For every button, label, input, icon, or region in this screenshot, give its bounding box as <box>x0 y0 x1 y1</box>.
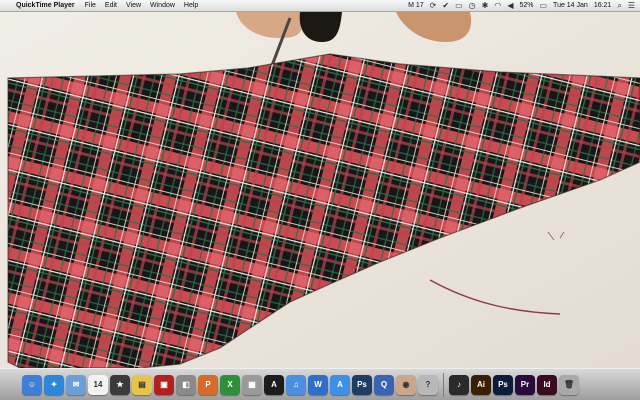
dock-finder-icon[interactable]: ☺ <box>22 374 42 395</box>
menu-file[interactable]: File <box>85 2 96 9</box>
app-name-menu[interactable]: QuickTime Player <box>16 2 75 9</box>
clock-status[interactable]: 16:21 <box>594 2 612 9</box>
dock-imovie-icon[interactable]: ★ <box>110 374 130 395</box>
display-icon[interactable]: ▭ <box>455 1 463 10</box>
menu-edit[interactable]: Edit <box>105 2 117 9</box>
dock-separator <box>443 372 444 397</box>
bluetooth-icon[interactable]: ✱ <box>482 1 489 10</box>
dock-word-icon[interactable]: W <box>308 374 328 395</box>
dock-indesign-icon[interactable]: Id <box>537 374 557 395</box>
dock-calculator-icon[interactable]: ▦ <box>242 374 262 395</box>
dock-premiere-icon[interactable]: Pr <box>515 374 535 395</box>
dock-photoshop-2-icon[interactable]: Ps <box>493 374 513 395</box>
wifi-icon[interactable]: ◠ <box>494 1 501 10</box>
dock-mail-icon[interactable]: ✉ <box>66 374 86 395</box>
dock-trash-icon[interactable]: 🗑 <box>559 374 579 395</box>
spotlight-search-icon[interactable]: ⌕ <box>617 1 621 11</box>
date-status[interactable]: Tue 14 Jan <box>553 2 588 9</box>
menu-help[interactable]: Help <box>184 2 198 9</box>
dock-preview-icon[interactable]: ◧ <box>176 374 196 395</box>
check-icon[interactable]: ✔ <box>442 1 449 10</box>
dock-photobooth-icon[interactable]: ▣ <box>154 374 174 395</box>
dock-stickies-icon[interactable]: ▤ <box>132 374 152 395</box>
dock: ☺ ✦ ✉ 14 ★ ▤ ▣ ◧ P X ▦ A ♫ W A Ps Q ◉? ♪ Ai Ps Pr Id 🗑 <box>0 368 640 400</box>
dock-photoshop-icon[interactable]: Ps <box>352 374 372 395</box>
menu-window[interactable]: Window <box>150 2 175 9</box>
dock-calendar-icon[interactable]: 14 <box>88 374 108 395</box>
battery-icon[interactable]: ▭ <box>539 1 547 10</box>
video-frame <box>0 12 640 368</box>
menu-view[interactable]: View <box>126 2 141 9</box>
sync-icon[interactable]: ⟳ <box>430 1 437 10</box>
dock-help-icon[interactable]: ? <box>418 374 438 395</box>
dock-illustrator-a-icon[interactable]: A <box>264 374 284 395</box>
volume-icon[interactable]: ◀ <box>507 1 513 10</box>
dock-powerpoint-icon[interactable]: P <box>198 374 218 395</box>
mail-status[interactable]: M 17 <box>408 2 424 9</box>
dock-music-icon[interactable]: ♪ <box>449 374 469 395</box>
dock-quicktime-icon[interactable]: Q <box>374 374 394 395</box>
dock-itunes-icon[interactable]: ♫ <box>286 374 306 395</box>
dock-illustrator-icon[interactable]: Ai <box>471 374 491 395</box>
dock-safari-icon[interactable]: ✦ <box>44 374 64 395</box>
dock-excel-icon[interactable]: X <box>220 374 240 395</box>
dock-app-store-icon[interactable]: A <box>330 374 350 395</box>
battery-status[interactable]: 52% <box>519 2 533 9</box>
menu-bar: QuickTime Player File Edit View Window H… <box>0 0 640 12</box>
video-frame-image <box>0 12 640 368</box>
notification-list-icon[interactable]: ☰ <box>628 1 635 10</box>
dock-photo-icon[interactable]: ◉ <box>396 374 416 395</box>
time-machine-icon[interactable]: ◷ <box>469 1 476 10</box>
